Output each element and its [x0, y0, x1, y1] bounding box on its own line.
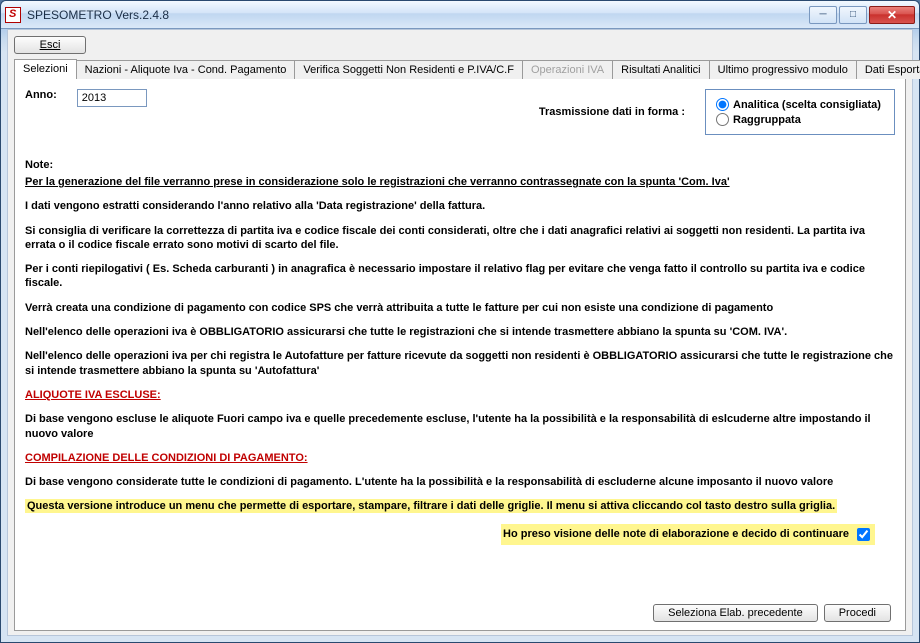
note-p1: Per la generazione del file verranno pre… — [25, 175, 895, 189]
procedi-button[interactable]: Procedi — [824, 604, 891, 622]
note-p3: Si consiglia di verificare la correttezz… — [25, 224, 895, 253]
radio-analitica-row[interactable]: Analitica (scelta consigliata) — [716, 98, 884, 111]
ack-checkbox[interactable] — [857, 528, 870, 541]
tab-risultati[interactable]: Risultati Analitici — [612, 60, 709, 79]
bottom-buttons: Seleziona Elab. precedente Procedi — [25, 598, 895, 624]
note-heading: Note: — [25, 159, 895, 171]
note-p7: Nell'elenco delle operazioni iva per chi… — [25, 349, 895, 378]
minimize-button[interactable]: ─ — [809, 6, 837, 24]
note-h2: COMPILAZIONE DELLE CONDIZIONI DI PAGAMEN… — [25, 452, 308, 464]
note-p9: Di base vengono considerate tutte le con… — [25, 475, 895, 489]
tab-esportaz[interactable]: Dati Esportaz — [856, 60, 920, 79]
trasmissione-label: Trasmissione dati in forma : — [539, 106, 685, 118]
tab-verifica[interactable]: Verifica Soggetti Non Residenti e P.IVA/… — [294, 60, 523, 79]
ack-label: Ho preso visione delle note di elaborazi… — [503, 528, 849, 540]
tab-progressivo[interactable]: Ultimo progressivo modulo — [709, 60, 857, 79]
note-h1: ALIQUOTE IVA ESCLUSE: — [25, 389, 161, 401]
note-highlight: Questa versione introduce un menu che pe… — [25, 499, 837, 513]
esci-button[interactable]: Esci — [14, 36, 86, 54]
seleziona-elab-button[interactable]: Seleziona Elab. precedente — [653, 604, 818, 622]
close-button[interactable]: ✕ — [869, 6, 915, 24]
tab-selezioni-panel: Anno: Trasmissione dati in forma : Anali… — [14, 79, 906, 631]
maximize-button[interactable]: □ — [839, 6, 867, 24]
radio-analitica[interactable] — [716, 98, 729, 111]
app-window: SPESOMETRO Vers.2.4.8 ─ □ ✕ Esci Selezio… — [0, 0, 920, 643]
ack-block: Ho preso visione delle note di elaborazi… — [501, 524, 875, 545]
tab-nazioni[interactable]: Nazioni - Aliquote Iva - Cond. Pagamento — [76, 60, 296, 79]
note-p4: Per i conti riepilogativi ( Es. Scheda c… — [25, 262, 895, 291]
note-p8: Di base vengono escluse le aliquote Fuor… — [25, 412, 895, 441]
tab-bar: Selezioni Nazioni - Aliquote Iva - Cond.… — [14, 58, 906, 79]
client-area: Esci Selezioni Nazioni - Aliquote Iva - … — [7, 29, 913, 636]
tab-operazioni: Operazioni IVA — [522, 60, 613, 79]
titlebar: SPESOMETRO Vers.2.4.8 ─ □ ✕ — [1, 1, 919, 29]
note-p6: Nell'elenco delle operazioni iva è OBBLI… — [25, 325, 895, 339]
app-icon — [5, 7, 21, 23]
tab-selezioni[interactable]: Selezioni — [14, 59, 77, 79]
note-p2: I dati vengono estratti considerando l'a… — [25, 199, 895, 213]
anno-input[interactable] — [77, 89, 147, 107]
note-p5: Verrà creata una condizione di pagamento… — [25, 301, 895, 315]
notes-area: Note: Per la generazione del file verran… — [25, 159, 895, 598]
window-title: SPESOMETRO Vers.2.4.8 — [27, 8, 809, 22]
radio-raggruppata[interactable] — [716, 113, 729, 126]
trasmissione-group: Analitica (scelta consigliata) Raggruppa… — [705, 89, 895, 135]
radio-raggruppata-row[interactable]: Raggruppata — [716, 113, 884, 126]
anno-label: Anno: — [25, 89, 57, 101]
